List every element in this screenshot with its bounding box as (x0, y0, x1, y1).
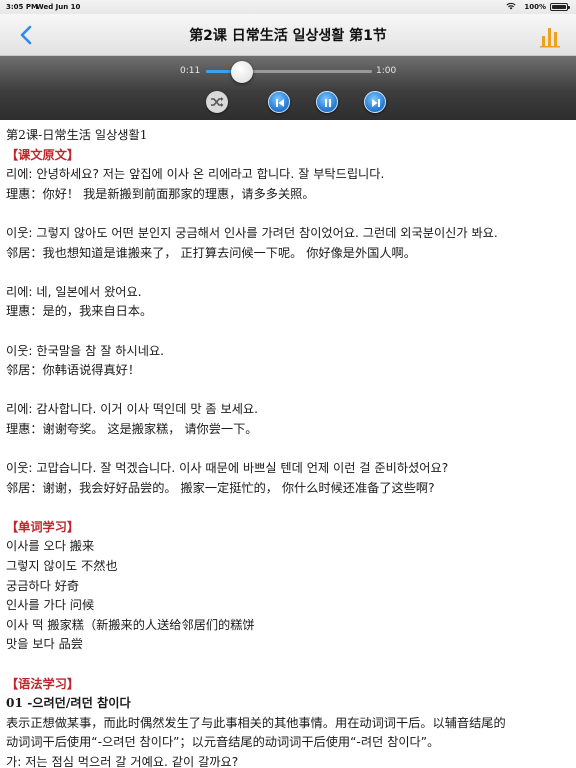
grammar-title: 01 -으려던/려던 참이다 (6, 696, 131, 711)
vocab-item: 이사를 오다 搬来 (6, 539, 95, 554)
dialogue-line: 理惠：谢谢夸奖。 这是搬家糕， 请你尝一下。 (6, 421, 258, 436)
battery-icon (550, 3, 570, 11)
current-time: 0:11 (180, 66, 201, 76)
shuffle-button[interactable] (206, 91, 228, 113)
pause-button[interactable] (316, 91, 338, 113)
vocab-item: 인사를 가다 问候 (6, 598, 95, 613)
grammar-example: 가: 저는 점심 먹으러 갈 거예요. 같이 갈까요? (6, 755, 239, 768)
dialogue-line: 邻居：你韩语说得真好！ (6, 363, 141, 378)
dialogue-line: 邻居：谢谢，我会好好品尝的。 搬家一定挺忙的， 你什么时候还准备了这些啊? (6, 480, 435, 495)
previous-icon (276, 99, 284, 107)
vocab-item: 맛을 보다 品尝 (6, 637, 83, 652)
dialogue-line: 이웃: 고맙습니다. 잘 먹겠습니다. 이사 때문에 바쁘실 텐데 언제 이런 … (6, 461, 449, 476)
next-button[interactable] (364, 91, 386, 113)
bar-chart-icon[interactable] (540, 22, 562, 48)
next-icon (372, 99, 380, 107)
dialogue-line: 理惠：是的，我来自日本。 (6, 304, 153, 319)
wifi-icon (506, 2, 516, 10)
dialogue-line: 리에: 안녕하세요? 저는 앞집에 이사 온 리에라고 합니다. 잘 부탁드립니… (6, 167, 385, 182)
status-date: Wed Jun 10 (36, 3, 81, 11)
battery-percent: 100% (524, 3, 546, 11)
previous-button[interactable] (268, 91, 290, 113)
lesson-content: 第2课-日常生活 일상생활1 【课文原文】 리에: 안녕하세요? 저는 앞집에 … (0, 120, 576, 768)
status-time: 3:05 PM (6, 3, 38, 11)
vocab-item: 그렇지 않이도 不然也 (6, 559, 118, 574)
vocab-item: 궁금하다 好奇 (6, 578, 80, 593)
dialogue-line: 리에: 감사합니다. 이거 이사 떡인데 맛 좀 보세요. (6, 402, 259, 417)
page-title: 第2课 日常生活 일상생활 第1节 (189, 28, 387, 44)
audio-player: 0:11 1:00 (0, 56, 576, 120)
total-time: 1:00 (376, 66, 397, 76)
section-title-grammar: 【语法学习】 (6, 676, 80, 691)
shuffle-icon (211, 97, 224, 107)
dialogue-line: 리에: 네, 일본에서 왔어요. (6, 284, 142, 299)
lesson-heading: 第2课-日常生活 일상생활1 (6, 128, 148, 142)
pause-icon (325, 99, 331, 107)
dialogue-line: 邻居：我也想知道是谁搬来了， 正打算去问候一下呢。 你好像是外国人啊。 (6, 245, 416, 260)
dialogue-line: 이웃: 한국말을 참 잘 하시네요. (6, 343, 165, 358)
status-bar: 3:05 PM Wed Jun 10 100% (0, 0, 576, 14)
vocab-item: 이사 떡 搬家糕（新搬来的人送给邻居们的糕饼 (6, 617, 255, 632)
dialogue-line: 이웃: 그렇지 않아도 어떤 분인지 궁금해서 인사를 가려던 참이었어요. 그… (6, 225, 498, 240)
grammar-description: 动词词干后使用“-으려던 참이다”；以元音结尾的动词词干后使用“-려던 참이다”… (6, 735, 440, 750)
nav-bar: 第2课 日常生活 일상생활 第1节 (0, 14, 576, 56)
section-title-vocab: 【单词学习】 (6, 519, 80, 534)
progress-thumb[interactable] (231, 61, 253, 83)
dialogue-line: 理惠：你好！ 我是新搬到前面那家的理惠，请多多关照。 (6, 186, 315, 201)
grammar-description: 表示正想做某事，而此时偶然发生了与此事相关的其他事情。用在动词词干后。以辅音结尾… (6, 715, 506, 730)
section-title-text: 【课文原文】 (6, 147, 80, 162)
